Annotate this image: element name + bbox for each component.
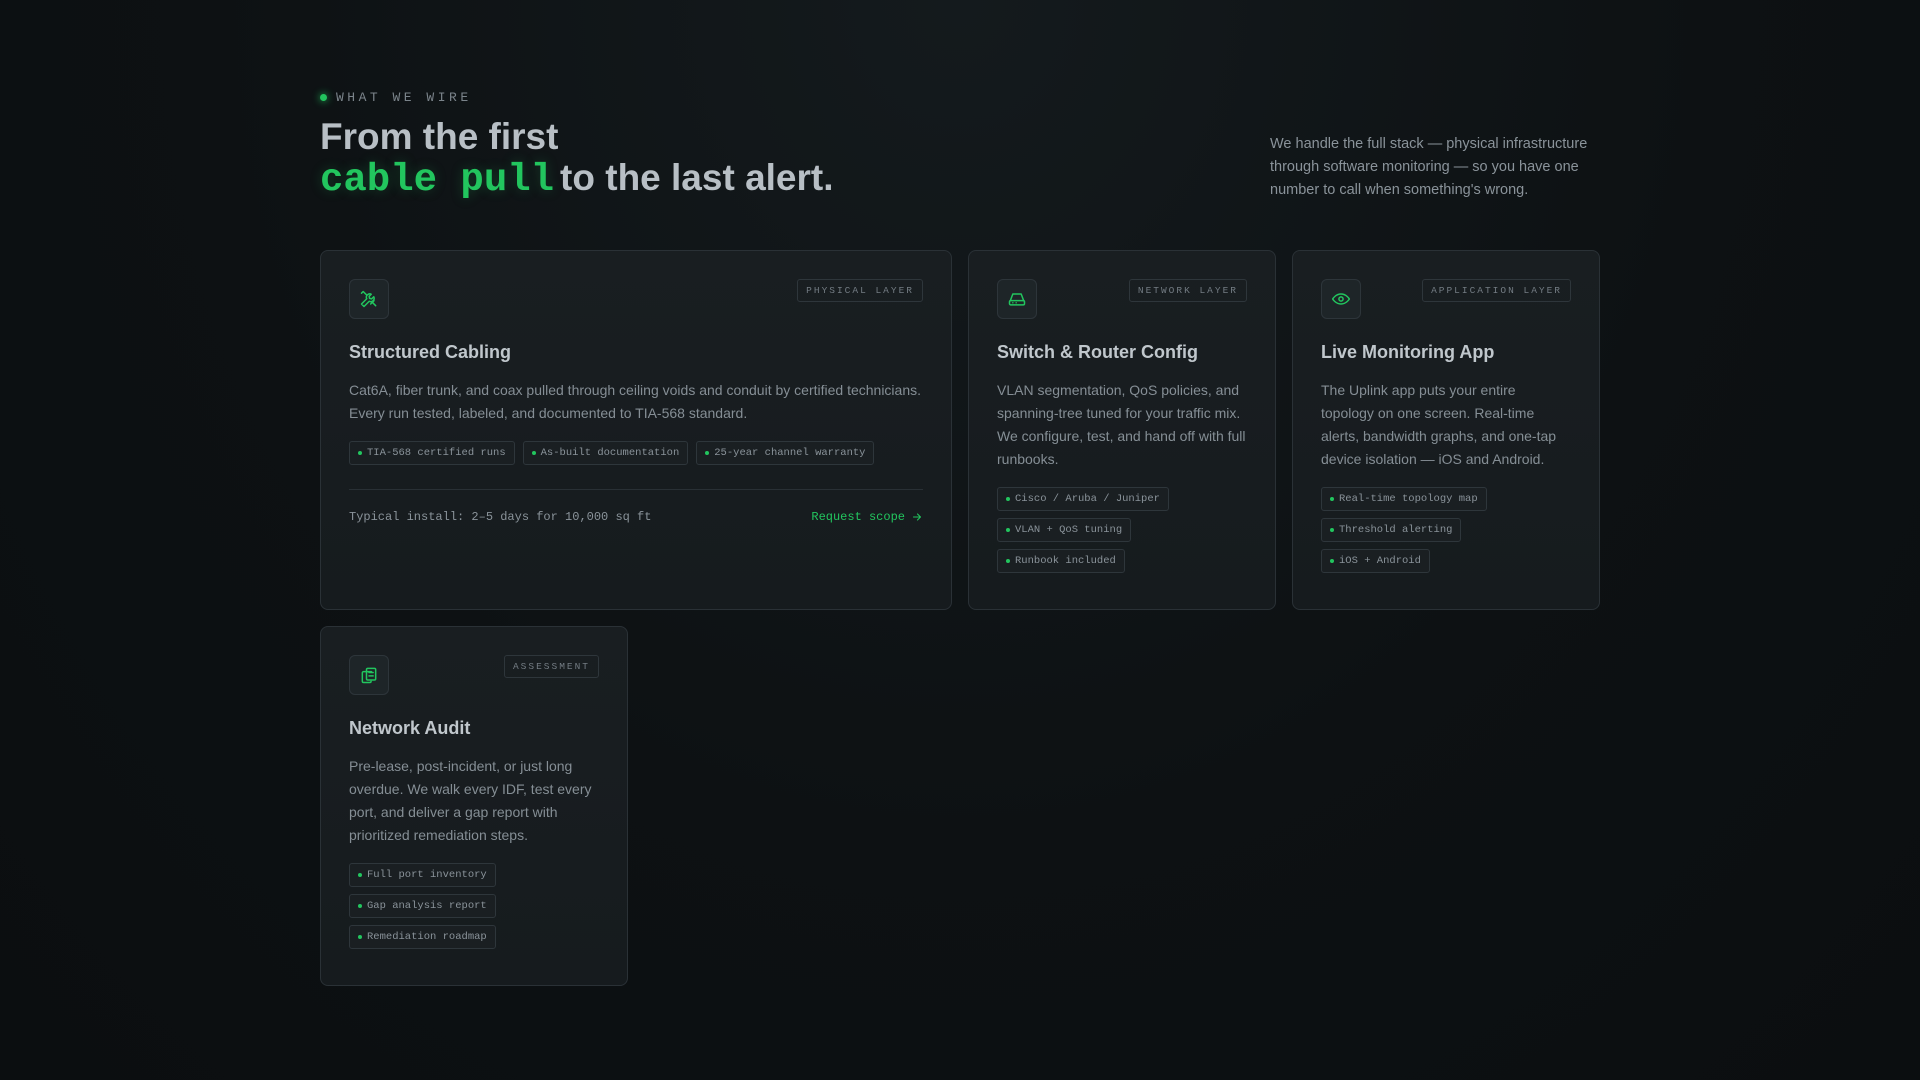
card-title: Switch & Router Config bbox=[997, 342, 1198, 362]
bullet-dot-icon bbox=[1330, 497, 1334, 501]
card-footer: Typical install: 2–5 days for 10,000 sq … bbox=[349, 510, 923, 524]
card-title: Live Monitoring App bbox=[1321, 342, 1495, 362]
card-description: VLAN segmentation, QoS policies, and spa… bbox=[997, 382, 1246, 467]
service-card-structured-cabling: PHYSICAL LAYER Structured Cabling Cat6A,… bbox=[320, 250, 952, 610]
page-title: From the first cable pull to the last ale… bbox=[320, 116, 834, 201]
clipboard-icon bbox=[349, 655, 389, 695]
chip-label: As-built documentation bbox=[540, 447, 680, 459]
headline-line2: to the last alert. bbox=[560, 157, 834, 198]
eyebrow-label: WHAT WE WIRE bbox=[336, 90, 472, 105]
feature-chips: Full port inventory Gap analysis report … bbox=[349, 863, 599, 949]
chip-label: Cisco / Aruba / Juniper bbox=[1015, 493, 1160, 505]
layer-tag: NETWORK LAYER bbox=[1128, 279, 1247, 302]
section-eyebrow: WHAT WE WIRE bbox=[320, 90, 472, 105]
chip-label: 25-year channel warranty bbox=[714, 447, 866, 459]
request-scope-link[interactable]: Request scope bbox=[811, 510, 923, 524]
section-intro: We handle the full stack — physical infr… bbox=[1270, 136, 1588, 198]
feature-chips: Real-time topology map Threshold alertin… bbox=[1321, 487, 1571, 573]
card-description: Cat6A, fiber trunk, and coax pulled thro… bbox=[349, 382, 922, 421]
feature-chip: Runbook included bbox=[997, 549, 1125, 573]
chip-label: TIA-568 certified runs bbox=[367, 447, 506, 459]
bullet-dot-icon bbox=[705, 451, 710, 455]
feature-chip: TIA-568 certified runs bbox=[349, 441, 515, 465]
chip-label: iOS + Android bbox=[1339, 555, 1421, 567]
feature-chip: Remediation roadmap bbox=[349, 925, 496, 949]
card-description: The Uplink app puts your entire topology… bbox=[1321, 382, 1557, 467]
bullet-dot-icon bbox=[1330, 528, 1334, 532]
headline-accent: cable pull bbox=[320, 158, 555, 202]
layer-tag: PHYSICAL LAYER bbox=[797, 279, 923, 302]
services-section: WHAT WE WIRE From the first cable pull to… bbox=[320, 0, 1600, 1080]
feature-chip: VLAN + QoS tuning bbox=[997, 518, 1132, 542]
chip-label: Real-time topology map bbox=[1339, 493, 1478, 505]
eye-icon bbox=[1321, 279, 1361, 319]
chip-label: Remediation roadmap bbox=[367, 931, 487, 943]
bullet-dot-icon bbox=[358, 935, 362, 939]
layer-tag: APPLICATION LAYER bbox=[1422, 279, 1571, 302]
card-description: Pre-lease, post-incident, or just long o… bbox=[349, 758, 592, 843]
feature-chips: Cisco / Aruba / Juniper VLAN + QoS tunin… bbox=[997, 487, 1247, 573]
card-title: Network Audit bbox=[349, 718, 471, 738]
feature-chip: Cisco / Aruba / Juniper bbox=[997, 487, 1169, 511]
chip-label: Threshold alerting bbox=[1339, 524, 1453, 536]
chip-label: Full port inventory bbox=[367, 869, 487, 881]
card-divider bbox=[349, 489, 923, 490]
tools-icon bbox=[349, 279, 389, 319]
headline-line1: From the first bbox=[320, 116, 559, 157]
status-dot-icon bbox=[320, 94, 327, 101]
bullet-dot-icon bbox=[1330, 559, 1334, 563]
feature-chip: iOS + Android bbox=[1321, 549, 1430, 573]
card-title: Structured Cabling bbox=[349, 342, 512, 362]
chip-label: VLAN + QoS tuning bbox=[1015, 524, 1123, 536]
feature-chip: Threshold alerting bbox=[1321, 518, 1462, 542]
service-card-network-audit: ASSESSMENT Network Audit Pre-lease, post… bbox=[320, 626, 628, 986]
bullet-dot-icon bbox=[1006, 528, 1010, 532]
bullet-dot-icon bbox=[358, 904, 362, 908]
feature-chip: Full port inventory bbox=[349, 863, 496, 887]
router-icon bbox=[997, 279, 1037, 319]
bullet-dot-icon bbox=[1006, 497, 1010, 501]
cta-label: Request scope bbox=[811, 510, 905, 524]
feature-chip: Gap analysis report bbox=[349, 894, 496, 918]
install-note: Typical install: 2–5 days for 10,000 sq … bbox=[349, 510, 652, 524]
layer-tag: ASSESSMENT bbox=[503, 655, 599, 678]
service-card-switch-router: NETWORK LAYER Switch & Router Config VLA… bbox=[968, 250, 1276, 610]
arrow-right-icon bbox=[912, 513, 922, 521]
chip-label: Runbook included bbox=[1015, 555, 1116, 567]
feature-chip: As-built documentation bbox=[522, 441, 689, 465]
feature-chip: Real-time topology map bbox=[1321, 487, 1487, 511]
service-card-live-monitoring: APPLICATION LAYER Live Monitoring App Th… bbox=[1292, 250, 1600, 610]
feature-chips: TIA-568 certified runs As-built document… bbox=[349, 441, 923, 465]
bullet-dot-icon bbox=[1006, 559, 1010, 563]
bullet-dot-icon bbox=[531, 451, 536, 455]
feature-chip: 25-year channel warranty bbox=[696, 441, 875, 465]
bullet-dot-icon bbox=[358, 451, 362, 455]
chip-label: Gap analysis report bbox=[367, 900, 487, 912]
bullet-dot-icon bbox=[358, 873, 362, 877]
